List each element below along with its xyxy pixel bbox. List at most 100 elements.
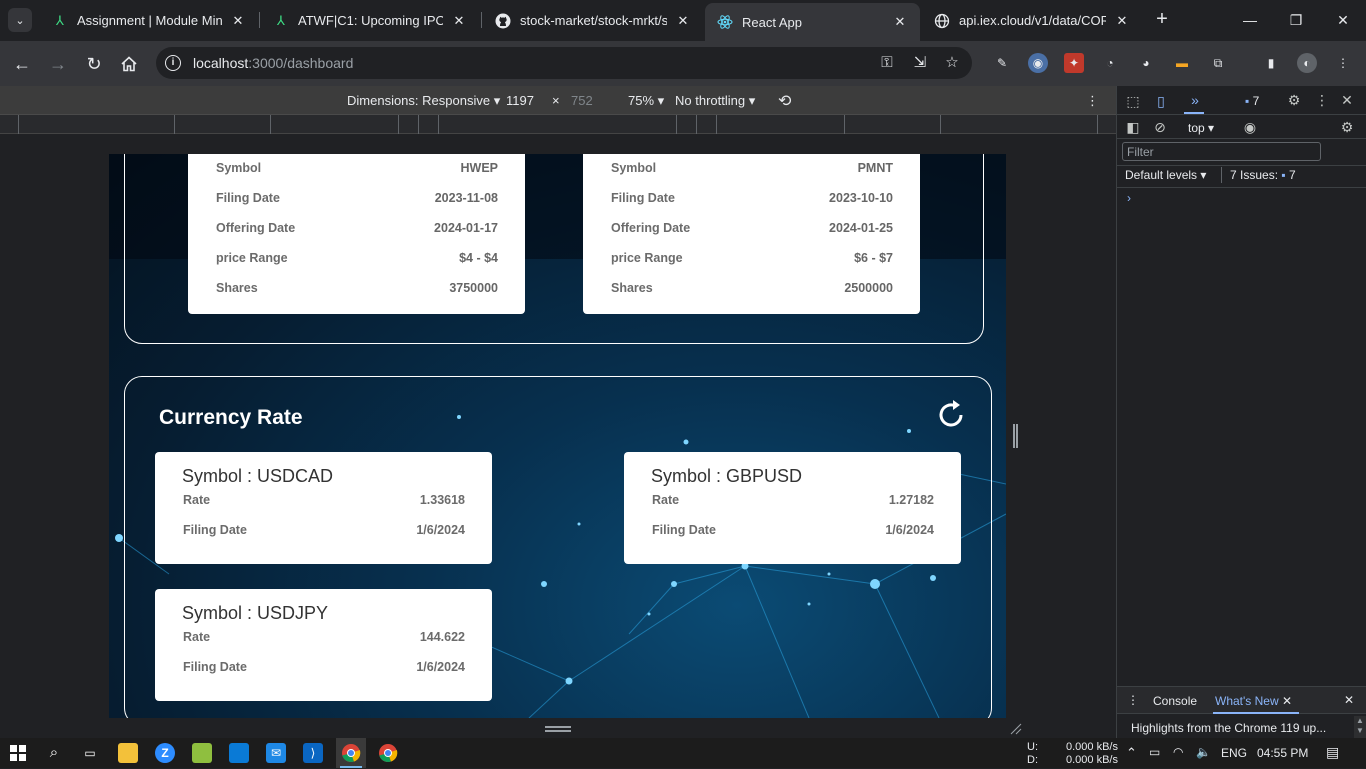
- install-app-icon[interactable]: ⇲: [911, 54, 929, 72]
- net-up-speed: 0.000 kB/s: [1066, 741, 1118, 753]
- issues-badge[interactable]: ▪ 7: [1245, 94, 1259, 108]
- log-levels-select[interactable]: Default levels ▾: [1125, 168, 1206, 182]
- chrome-icon[interactable]: [341, 743, 361, 763]
- corner-resize-icon[interactable]: [1010, 722, 1022, 735]
- task-view-icon[interactable]: ▭: [80, 743, 100, 763]
- language-indicator[interactable]: ENG: [1221, 746, 1247, 760]
- refresh-icon[interactable]: [933, 397, 969, 433]
- currency-symbol: Symbol : USDJPY: [182, 603, 329, 623]
- device-more-icon[interactable]: ⋮: [1086, 93, 1099, 109]
- new-tab-button[interactable]: +: [1150, 8, 1174, 32]
- browser-tab-1[interactable]: ⅄ Assignment | Module Mini P ✕: [40, 4, 258, 37]
- notifications-icon[interactable]: ▤: [1326, 744, 1339, 761]
- chevron-up-icon[interactable]: ⌃: [1126, 745, 1137, 761]
- browser-tab-2[interactable]: ⅄ ATWF|C1: Upcoming IPO and ✕: [261, 4, 479, 37]
- bookmark-star-icon[interactable]: ☆: [943, 54, 961, 72]
- context-select[interactable]: top ▾: [1188, 121, 1214, 135]
- android-figure-icon: ⅄: [56, 12, 64, 28]
- close-icon[interactable]: ✕: [675, 13, 691, 29]
- zoom-app-icon[interactable]: Z: [155, 743, 175, 763]
- whats-new-highlight[interactable]: Highlights from the Chrome 119 up...: [1131, 721, 1326, 735]
- back-button[interactable]: ←: [9, 51, 35, 77]
- forward-button[interactable]: →: [45, 51, 71, 77]
- width-input[interactable]: 1197: [506, 93, 534, 108]
- viewport-resize-handle[interactable]: [1013, 424, 1018, 448]
- notepad-icon[interactable]: [192, 743, 212, 763]
- windows-start-icon[interactable]: [8, 743, 28, 763]
- throttling-select[interactable]: No throttling ▾: [675, 93, 755, 109]
- device-toolbar: Dimensions: Responsive ▾ 1197 × 752 75% …: [0, 86, 1116, 115]
- dimensions-select[interactable]: Dimensions: Responsive ▾: [347, 93, 500, 109]
- browser-tab-4-active[interactable]: React App ✕: [705, 3, 920, 41]
- drawer-scrollbar[interactable]: ▲ ▼: [1354, 716, 1366, 738]
- zoom-select[interactable]: 75% ▾: [628, 93, 664, 109]
- arrow-right-icon: →: [49, 54, 67, 74]
- ipo-row: Filing Date 2023-10-10: [611, 191, 893, 205]
- vscode-icon[interactable]: ⟩: [303, 743, 323, 763]
- url-text[interactable]: localhost:3000/dashboard: [193, 55, 353, 71]
- close-icon[interactable]: ✕: [451, 13, 467, 29]
- currency-symbol: Symbol : GBPUSD: [651, 466, 803, 486]
- chrome-profile-icon[interactable]: [378, 743, 398, 763]
- search-icon[interactable]: ⌕: [44, 743, 64, 763]
- net-up-label: U:: [1027, 741, 1038, 753]
- profile-avatar[interactable]: ◐: [1297, 53, 1317, 73]
- home-button[interactable]: [116, 51, 142, 77]
- address-bar[interactable]: i localhost:3000/dashboard ⚿ ⇲ ☆: [156, 47, 972, 79]
- rotate-icon[interactable]: ⟲: [778, 91, 791, 111]
- restore-button[interactable]: ❐: [1284, 8, 1308, 32]
- console-prompt-icon[interactable]: ›: [1127, 191, 1131, 205]
- extension-circle-icon[interactable]: ◉: [1028, 53, 1048, 73]
- reload-button[interactable]: ↻: [81, 51, 107, 77]
- side-panel-icon[interactable]: ▮: [1261, 53, 1281, 73]
- clear-console-icon[interactable]: ⊘: [1151, 118, 1169, 136]
- globe-icon: [934, 13, 950, 29]
- close-icon[interactable]: ✕: [1114, 13, 1130, 29]
- tab-search-button[interactable]: ⌄: [8, 8, 32, 32]
- close-drawer-icon[interactable]: ✕: [1344, 693, 1354, 707]
- device-toggle-icon[interactable]: ▯: [1152, 92, 1170, 110]
- close-icon[interactable]: ✕: [892, 14, 908, 30]
- rate-row: Rate 144.622: [183, 630, 465, 644]
- close-devtools-icon[interactable]: ✕: [1338, 91, 1356, 109]
- inspect-element-icon[interactable]: ⬚: [1124, 92, 1142, 110]
- console-settings-icon[interactable]: ⚙: [1338, 118, 1356, 136]
- menu-dots-icon[interactable]: ⋮: [1333, 53, 1353, 73]
- extension-gauge-icon[interactable]: ◔: [1100, 53, 1120, 73]
- viewport-bottom-resize-handle[interactable]: [545, 726, 571, 732]
- issues-link[interactable]: 7 Issues: ▪ 7: [1230, 168, 1296, 182]
- devtools-menu-icon[interactable]: ⋮: [1313, 91, 1331, 109]
- key-icon[interactable]: ⚿: [878, 54, 896, 72]
- mail-icon[interactable]: ✉: [266, 743, 286, 763]
- clock[interactable]: 04:55 PM: [1257, 746, 1308, 760]
- extension-pen-icon[interactable]: ✎: [992, 53, 1012, 73]
- volume-icon[interactable]: 🔈: [1196, 745, 1211, 759]
- extension-red-icon[interactable]: ✦: [1064, 53, 1084, 73]
- live-expression-eye-icon[interactable]: ◉: [1241, 118, 1259, 136]
- minimize-button[interactable]: —: [1238, 8, 1262, 32]
- extension-dots-icon[interactable]: ◕: [1136, 53, 1156, 73]
- extensions-puzzle-icon[interactable]: ⧉: [1208, 53, 1228, 73]
- tab-console[interactable]: Console: [1153, 694, 1197, 708]
- height-input[interactable]: 752: [571, 93, 593, 108]
- close-icon[interactable]: ✕: [230, 13, 246, 29]
- ipo-card: Symbol PMNT Filing Date 2023-10-10 Offerin…: [583, 154, 920, 314]
- drawer-menu-icon[interactable]: ⋮: [1127, 693, 1139, 707]
- file-explorer-icon[interactable]: [118, 743, 138, 763]
- more-tabs-icon[interactable]: »: [1186, 91, 1204, 109]
- close-window-button[interactable]: ✕: [1331, 8, 1355, 32]
- settings-gear-icon[interactable]: ⚙: [1285, 91, 1303, 109]
- browser-tab-3[interactable]: stock-market/stock-mrkt/src ✕: [483, 4, 703, 37]
- devtools-toolbar: ⬚ ▯ » ▪ 7 ⚙ ⋮ ✕: [1117, 86, 1366, 115]
- store-icon[interactable]: [229, 743, 249, 763]
- sidebar-toggle-icon[interactable]: ◧: [1124, 118, 1142, 136]
- site-info-icon[interactable]: i: [165, 55, 181, 71]
- ipo-card: Symbol HWEP Filing Date 2023-11-08 Offerin…: [188, 154, 525, 314]
- tab-whats-new[interactable]: What's New ✕: [1215, 694, 1292, 708]
- console-filter-input[interactable]: Filter: [1122, 142, 1321, 161]
- battery-icon[interactable]: ▭: [1149, 745, 1160, 759]
- close-icon: ✕: [1281, 694, 1293, 708]
- wifi-icon[interactable]: ◠: [1173, 745, 1183, 759]
- browser-tab-5[interactable]: api.iex.cloud/v1/data/CORE/ ✕: [922, 4, 1142, 37]
- extension-orange-icon[interactable]: ▬: [1172, 53, 1192, 73]
